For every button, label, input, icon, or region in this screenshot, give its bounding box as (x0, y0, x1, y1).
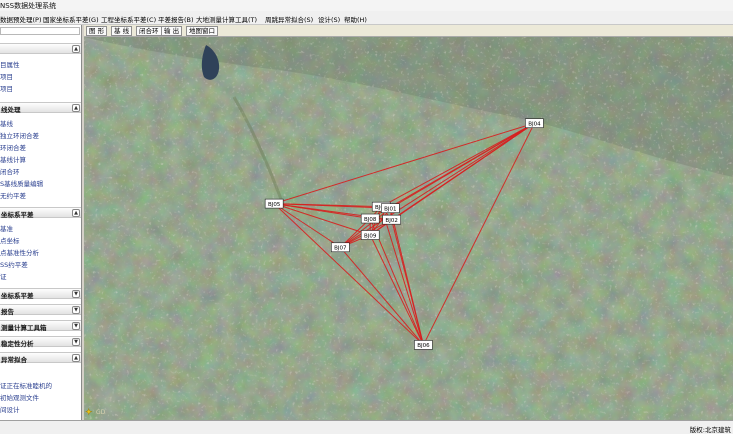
sidebar-item-point-coord[interactable]: 点坐标 (0, 235, 20, 245)
menu-cycle-slip-fit[interactable]: 周跳异常拟合(S) (265, 14, 313, 24)
section-header-stability[interactable]: 稳定性分析 ▼ (0, 336, 81, 348)
station-bj07[interactable]: BJ07 (331, 242, 350, 253)
sidebar-item-project-a[interactable]: 项目 (0, 71, 13, 81)
sidebar-item-datum-analysis[interactable]: 点基准性分析 (0, 247, 39, 257)
sidebar-item-closed-loop[interactable]: 闭合环 (0, 166, 20, 176)
sidebar-item-free-adjust[interactable]: 无约平差 (0, 190, 26, 200)
station-label: BJ06 (417, 343, 430, 349)
sidebar-item-loop-closure[interactable]: 环闭合差 (0, 142, 26, 152)
chevron-up-icon[interactable]: ▲ (72, 209, 80, 217)
sidebar-item-project-b[interactable]: 项目 (0, 83, 13, 93)
sidebar-search-box[interactable] (0, 27, 80, 35)
station-bj04[interactable]: BJ04 (525, 118, 544, 128)
chevron-up-icon[interactable]: ▲ (72, 104, 80, 112)
building-speckle (84, 37, 733, 420)
station-label: BJ05 (268, 202, 281, 208)
station-bj09[interactable]: BJ09 (360, 230, 380, 240)
menu-help[interactable]: 帮助(H) (344, 14, 367, 24)
sidebar-item-verify[interactable]: 证 (0, 271, 7, 281)
copyright-text: 版权:北京建筑 (689, 426, 731, 434)
menu-engineering-adjust[interactable]: 工程坐标系平差(C) (101, 14, 156, 24)
chevron-down-icon[interactable]: ▼ (72, 338, 80, 346)
station-label: BJ07 (334, 246, 347, 252)
svg-text:GD: GD (96, 409, 106, 416)
station-label: BJ02 (385, 218, 397, 224)
station-bj06[interactable]: BJ06 (414, 340, 433, 350)
section-header-baseline[interactable]: 线处理 ▲ (0, 102, 81, 114)
sidebar-item-baseline-calc[interactable]: 基线计算 (0, 154, 26, 164)
status-bar: 版权:北京建筑 (0, 420, 733, 434)
chevron-down-icon[interactable]: ▼ (72, 322, 80, 330)
menu-bar: 数据预处理(P) 国家坐标系平差(G) 工程坐标系平差(C) 平差报告(B) 大… (0, 11, 733, 25)
watermark-logo: ✦ GD (85, 408, 106, 418)
window-title: NSS数据处理系统 (0, 2, 57, 10)
station-label: BJ09 (364, 233, 377, 239)
chevron-up-icon[interactable]: ▲ (72, 45, 80, 53)
menu-geodesy-tools[interactable]: 大地测量计算工具(T) (196, 14, 257, 24)
station-bj08[interactable]: BJ08 (360, 213, 380, 224)
section-header-coord-adjust[interactable]: 坐标系平差 ▲ (0, 207, 81, 219)
view-toolbar: 图 形 基 线 闭合环 输 出 地图窗口 (84, 25, 733, 37)
menu-design[interactable]: 设计(S) (318, 14, 340, 24)
sidebar-item-design[interactable]: 间设计 (0, 404, 20, 414)
section-header-project[interactable]: ▲ (0, 43, 81, 54)
station-label: BJ04 (528, 121, 541, 127)
sidebar-item-quality-edit[interactable]: S基线质量编辑 (0, 178, 43, 188)
station-bj02[interactable]: BJ02 (382, 214, 401, 225)
chevron-down-icon[interactable]: ▼ (72, 306, 80, 314)
menu-preprocess[interactable]: 数据预处理(P) (0, 14, 42, 24)
graph-button[interactable]: 图 形 (86, 26, 108, 36)
map-window-button[interactable]: 地图窗口 (186, 26, 218, 36)
sidebar-item-constrained-adjust[interactable]: SS约平差 (0, 259, 28, 269)
map-view[interactable]: BJ04BJ05BJ03BJ01BJ08BJ02BJ09BJ07BJ06 (84, 37, 733, 420)
title-bar: NSS数据处理系统 (0, 0, 733, 11)
chevron-up-icon[interactable]: ▲ (72, 354, 80, 362)
sidebar-item-calibration[interactable]: 证正在标准睦机的 (0, 380, 52, 390)
sidebar-item-datum[interactable]: 基准 (0, 223, 13, 233)
satellite-map-canvas[interactable]: BJ04BJ05BJ03BJ01BJ08BJ02BJ09BJ07BJ06 (84, 37, 733, 420)
section-header-anomaly-fit[interactable]: 异常拟合 ▲ (0, 352, 81, 364)
section-header-report[interactable]: 报告 ▼ (0, 304, 81, 316)
sidebar-panel: ▲ 目属性 项目 项目 线处理 ▲ 基线 独立环闭合差 环闭合差 基线计算 闭合… (0, 25, 82, 420)
station-label: BJ01 (384, 207, 396, 213)
sidebar-item-indep-loop[interactable]: 独立环闭合差 (0, 130, 39, 140)
section-header-coord-adjust-2[interactable]: 坐标系平差 ▼ (0, 288, 81, 300)
section-header-tools[interactable]: 测量计算工具箱 ▼ (0, 320, 81, 332)
closed-loop-button[interactable]: 闭合环 (136, 26, 162, 36)
baseline-button[interactable]: 基 线 (111, 26, 133, 36)
sidebar-item-project-attr[interactable]: 目属性 (0, 59, 20, 69)
sidebar-item-observation-file[interactable]: 初始观测文件 (0, 392, 39, 402)
station-bj05[interactable]: BJ05 (264, 198, 284, 209)
sidebar-item-baseline[interactable]: 基线 (0, 118, 13, 128)
output-button[interactable]: 输 出 (161, 26, 183, 36)
chevron-down-icon[interactable]: ▼ (72, 290, 80, 298)
station-bj01[interactable]: BJ01 (381, 203, 400, 214)
menu-national-adjust[interactable]: 国家坐标系平差(G) (43, 14, 99, 24)
menu-adjust-report[interactable]: 平差报告(B) (158, 14, 194, 24)
svg-text:✦: ✦ (85, 408, 93, 418)
station-label: BJ08 (364, 217, 377, 223)
